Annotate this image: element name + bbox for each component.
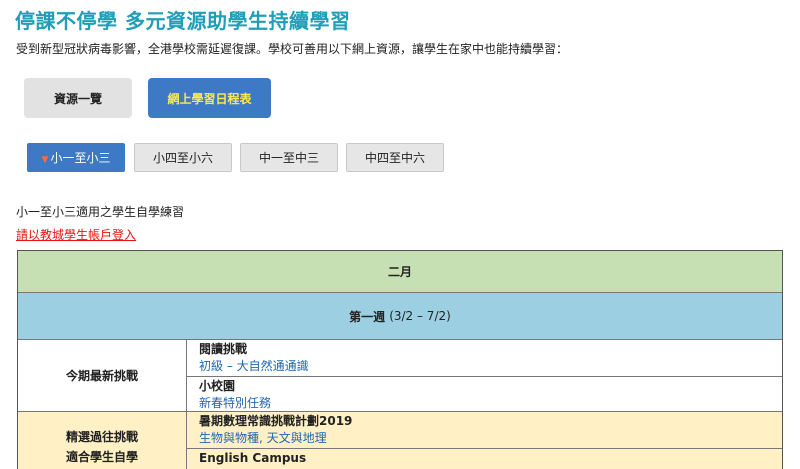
caret-down-icon: ▼ (41, 155, 49, 165)
tab-s4-s6[interactable]: 中四至中六 (346, 143, 444, 172)
tab-s1-s3[interactable]: 中一至中三 (240, 143, 338, 172)
content-cell: English Campus (187, 449, 782, 469)
tab-label: 小一至小三 (50, 151, 111, 165)
tab-p4-p6[interactable]: 小四至小六 (134, 143, 232, 172)
challenge-link[interactable]: 新春特別任務 (199, 395, 782, 412)
section-subheading: 小一至小三適用之學生自學練習 (16, 205, 185, 219)
tab-label: 小四至小六 (152, 151, 213, 165)
resources-overview-button[interactable]: 資源一覽 (24, 78, 132, 118)
online-schedule-button[interactable]: 網上學習日程表 (148, 78, 271, 118)
schedule-table: 二月 第一週 (3/2 – 7/2) 今期最新挑戰 閱讀挑戰 初級 – 大自然通… (17, 250, 783, 469)
week-range: (3/2 – 7/2) (389, 309, 451, 323)
past-challenge-sublabel: 適合學生自學 (65, 449, 138, 464)
week-row: 第一週 (3/2 – 7/2) (18, 293, 782, 340)
challenge-title: 暑期數理常識挑戰計劃2019 (199, 414, 353, 428)
login-link[interactable]: 請以教城學生帳戶登入 (16, 226, 136, 243)
week-label: 第一週 (349, 309, 386, 324)
page-title: 停課不停學 多元資源助學生持續學習 (15, 9, 351, 33)
challenge-title: 閱讀挑戰 (199, 342, 248, 356)
past-challenge-label: 精選過往挑戰 (65, 429, 138, 444)
past-challenge-label-cell: 精選過往挑戰 適合學生自學 (18, 412, 187, 469)
challenge-link[interactable]: 生物與物種, 天文與地理 (199, 430, 782, 447)
page: 停課不停學 多元資源助學生持續學習 受到新型冠狀病毒影響，全港學校需延遲復課。學… (0, 0, 800, 469)
content-cell: 閱讀挑戰 初級 – 大自然通通識 (187, 340, 782, 377)
challenge-title: 小校園 (199, 379, 236, 393)
challenge-title: English Campus (199, 451, 307, 465)
content-cell: 暑期數理常識挑戰計劃2019 生物與物種, 天文與地理 (187, 412, 782, 449)
latest-challenge-label-cell: 今期最新挑戰 (18, 340, 187, 412)
tab-label: 中一至中三 (258, 151, 319, 165)
challenge-link[interactable]: 初級 – 大自然通通識 (199, 358, 782, 375)
tab-label: 中四至中六 (364, 151, 425, 165)
content-cell: 小校園 新春特別任務 (187, 377, 782, 412)
month-row: 二月 (18, 251, 782, 293)
intro-text: 受到新型冠狀病毒影響，全港學校需延遲復課。學校可善用以下網上資源，讓學生在家中也… (16, 42, 569, 56)
month-label: 二月 (387, 265, 412, 279)
tab-p1-p3[interactable]: ▼ 小一至小三 (27, 143, 125, 172)
latest-challenge-label: 今期最新挑戰 (65, 368, 138, 383)
